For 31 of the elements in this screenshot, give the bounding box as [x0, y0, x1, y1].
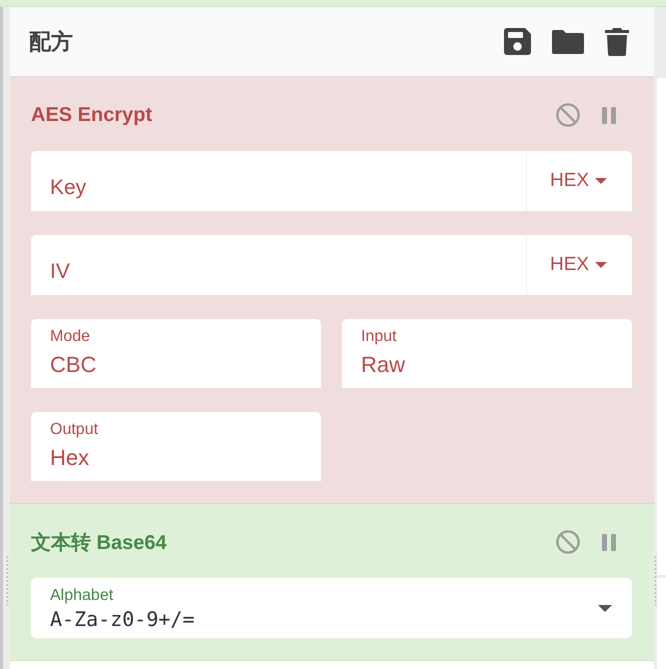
operation-title: AES Encrypt [31, 104, 154, 126]
combo-field[interactable]: Alphabet A-Za-z0-9+/= [31, 578, 632, 638]
format-dropdown[interactable]: HEX [526, 151, 632, 211]
field-label: Output [50, 420, 98, 440]
dropdown-field[interactable]: Output Hex [31, 412, 321, 481]
field-value: CBC [50, 351, 96, 379]
field-value: Raw [361, 351, 406, 379]
disable-icon[interactable] [556, 103, 580, 127]
field-label: Alphabet [50, 586, 114, 606]
disable-icon[interactable] [556, 530, 580, 554]
caret-icon [595, 178, 608, 184]
recipe-title: 配方 [29, 28, 74, 56]
caret-icon[interactable] [598, 605, 612, 612]
field-label: Mode [50, 327, 90, 347]
resize-handle[interactable] [6, 555, 9, 605]
input-field[interactable]: IV [31, 235, 526, 295]
folder-icon[interactable] [552, 30, 584, 54]
field-value: A-Za-z0-9+/= [50, 606, 194, 632]
format-dropdown[interactable]: HEX [526, 235, 632, 295]
pause-icon[interactable] [602, 534, 616, 550]
field-label: Input [361, 327, 397, 347]
trash-icon[interactable] [605, 28, 629, 56]
input-field[interactable]: Key [31, 151, 526, 211]
dropdown-field[interactable]: Input Raw [342, 319, 632, 388]
pause-icon[interactable] [602, 106, 616, 124]
dropdown-field[interactable]: Mode CBC [31, 319, 321, 388]
save-icon[interactable] [504, 28, 531, 55]
caret-icon [595, 262, 608, 268]
resize-handle[interactable] [654, 555, 657, 605]
operation-title: 文本转 Base64 [31, 530, 168, 556]
field-value: Hex [50, 444, 90, 472]
